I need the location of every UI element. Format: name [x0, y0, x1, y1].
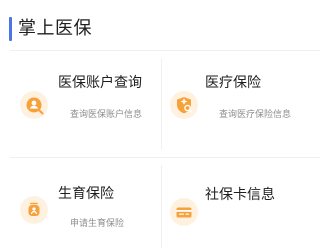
- tile-title: 医疗保险: [205, 75, 261, 91]
- tile-medical-insurance[interactable]: 医疗保险 查询医疗保险信息: [162, 51, 320, 157]
- page-header: 掌上医保: [0, 0, 320, 50]
- tile-maternity-insurance[interactable]: 生育保险 申请生育保险: [0, 158, 161, 248]
- card-icon: [170, 198, 198, 226]
- tile-subtitle: 查询医疗保险信息: [219, 110, 292, 120]
- tile-title: 医保账户查询: [58, 75, 142, 91]
- tile-title: 生育保险: [58, 186, 114, 202]
- user-search-icon: [20, 91, 48, 119]
- tile-medical-account-query[interactable]: 医保账户查询 查询医保账户信息: [0, 51, 161, 157]
- maternity-icon: [20, 196, 48, 224]
- shield-search-icon: [170, 91, 198, 119]
- title-accent-bar: [9, 17, 12, 41]
- tile-title: 社保卡信息: [205, 187, 275, 203]
- tile-subtitle: 查询医保账户信息: [70, 110, 143, 120]
- tile-social-security-card[interactable]: 社保卡信息: [162, 158, 320, 248]
- page-title: 掌上医保: [18, 18, 92, 39]
- tile-subtitle: 申请生育保险: [70, 219, 125, 229]
